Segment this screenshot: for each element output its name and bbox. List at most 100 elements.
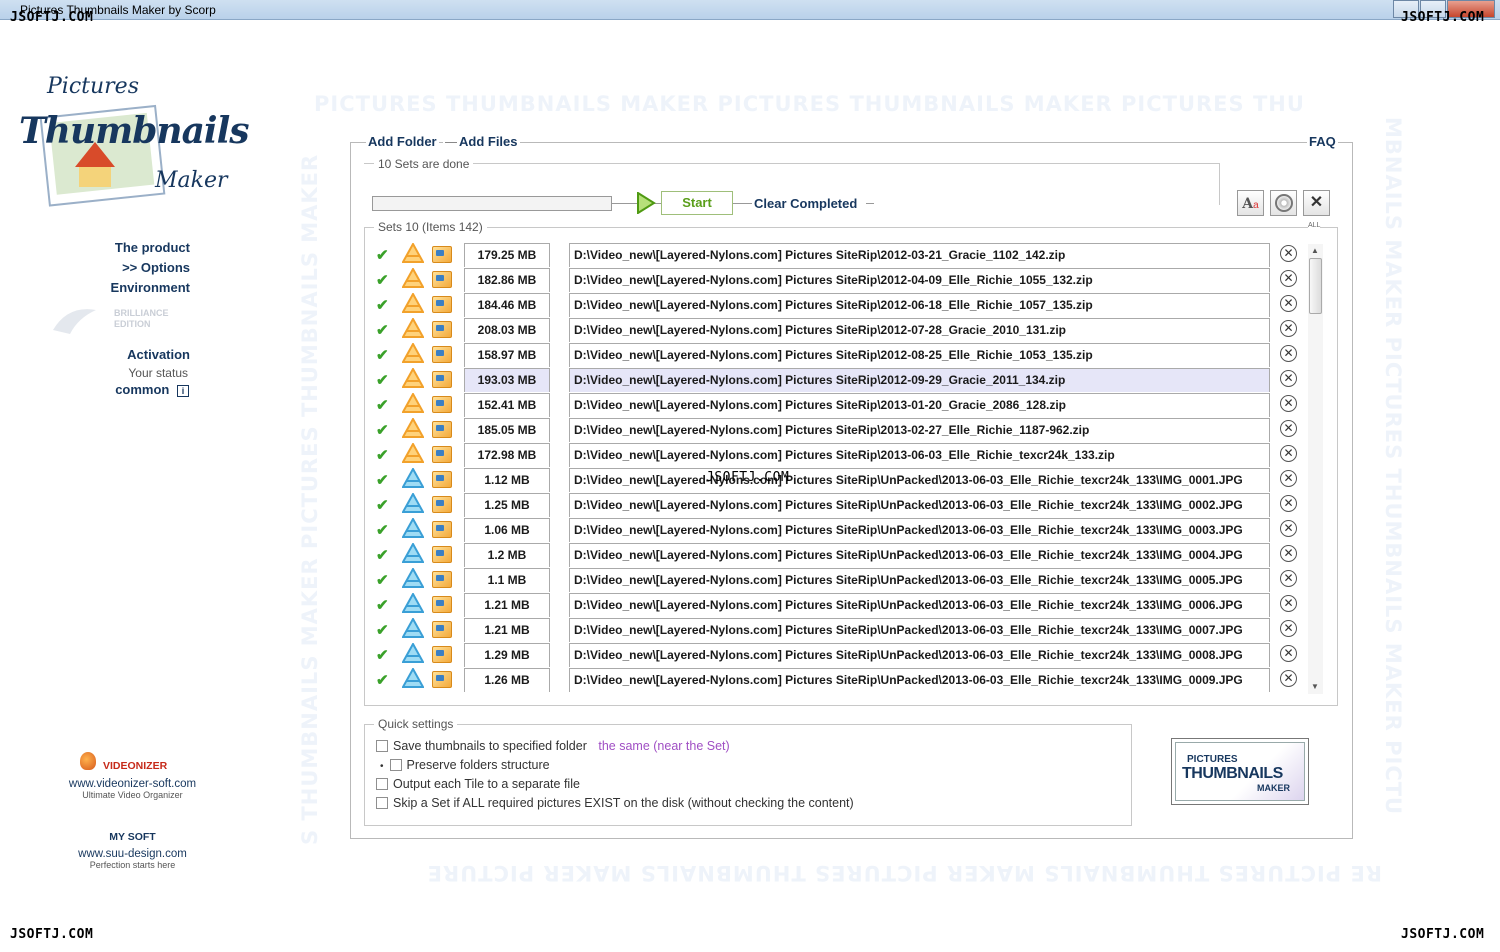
skip-set-option[interactable]: Skip a Set if ALL required pictures EXIS… [376,796,854,810]
item-path[interactable]: D:\Video_new\[Layered-Nylons.com] Pictur… [569,443,1270,467]
table-row[interactable]: ✔ 158.97 MB D:\Video_new\[Layered-Nylons.c… [368,342,1313,367]
table-row[interactable]: ✔ 1.12 MB D:\Video_new\[Layered-Nylons.com… [368,467,1313,492]
nav-environment[interactable]: Environment [111,280,190,295]
item-path[interactable]: D:\Video_new\[Layered-Nylons.com] Pictur… [569,518,1270,542]
thumbnail-preview-icon[interactable] [432,421,452,438]
table-row[interactable]: ✔ 193.03 MB D:\Video_new\[Layered-Nylons.c… [368,367,1313,392]
clear-completed-button[interactable]: Clear Completed [752,196,860,211]
table-row[interactable]: ✔ 172.98 MB D:\Video_new\[Layered-Nylons.c… [368,442,1313,467]
remove-item-icon[interactable]: ✕ [1280,295,1297,312]
table-row[interactable]: ✔ 1.2 MB D:\Video_new\[Layered-Nylons.com]… [368,542,1313,567]
table-row[interactable]: ✔ 208.03 MB D:\Video_new\[Layered-Nylons.c… [368,317,1313,342]
scroll-thumb[interactable] [1309,258,1322,314]
promo-videonizer-url[interactable]: www.videonizer-soft.com [60,778,205,790]
item-path[interactable]: D:\Video_new\[Layered-Nylons.com] Pictur… [569,293,1270,317]
remove-item-icon[interactable]: ✕ [1280,495,1297,512]
preserve-structure-checkbox[interactable] [389,759,402,771]
item-path[interactable]: D:\Video_new\[Layered-Nylons.com] Pictur… [569,268,1270,292]
remove-item-icon[interactable]: ✕ [1280,545,1297,562]
save-location-link[interactable]: the same (near the Set) [598,739,729,753]
remove-item-icon[interactable]: ✕ [1280,395,1297,412]
output-tile-checkbox[interactable] [376,778,388,790]
thumbnail-preview-icon[interactable] [432,371,452,388]
skip-set-checkbox[interactable] [376,797,388,809]
remove-item-icon[interactable]: ✕ [1280,370,1297,387]
nav-activation[interactable]: Activation [127,347,190,362]
output-tile-option[interactable]: Output each Tile to a separate file [376,777,580,791]
promo-mysoft[interactable]: MY SOFT www.suu-design.com Perfection st… [60,831,205,870]
status-value[interactable]: common i [115,382,189,397]
add-files-link[interactable]: Add Files [457,134,520,149]
item-path[interactable]: D:\Video_new\[Layered-Nylons.com] Pictur… [569,593,1270,617]
save-thumbnails-checkbox[interactable] [376,740,388,752]
nav-the-product[interactable]: The product [115,240,190,255]
item-path[interactable]: D:\Video_new\[Layered-Nylons.com] Pictur… [569,493,1270,517]
item-path[interactable]: D:\Video_new\[Layered-Nylons.com] Pictur… [569,618,1270,642]
add-folder-link[interactable]: Add Folder [366,134,439,149]
product-logo-badge[interactable]: PICTURES THUMBNAILS MAKER [1171,738,1309,805]
remove-item-icon[interactable]: ✕ [1280,670,1297,687]
thumbnail-preview-icon[interactable] [432,246,452,263]
remove-item-icon[interactable]: ✕ [1280,645,1297,662]
table-row[interactable]: ✔ 1.21 MB D:\Video_new\[Layered-Nylons.com… [368,592,1313,617]
item-path[interactable]: D:\Video_new\[Layered-Nylons.com] Pictur… [569,468,1270,492]
thumbnail-preview-icon[interactable] [432,346,452,363]
font-icon[interactable]: Aa [1237,190,1264,216]
thumbnail-preview-icon[interactable] [432,321,452,338]
faq-link[interactable]: FAQ [1307,134,1338,149]
table-row[interactable]: ✔ 182.86 MB D:\Video_new\[Layered-Nylons.c… [368,267,1313,292]
promo-videonizer[interactable]: VIDEONIZER www.videonizer-soft.com Ultim… [60,752,205,800]
remove-item-icon[interactable]: ✕ [1280,620,1297,637]
nav-options[interactable]: >> Options [122,260,190,275]
item-path[interactable]: D:\Video_new\[Layered-Nylons.com] Pictur… [569,318,1270,342]
remove-item-icon[interactable]: ✕ [1280,320,1297,337]
promo-mysoft-url[interactable]: www.suu-design.com [60,848,205,860]
remove-item-icon[interactable]: ✕ [1280,470,1297,487]
table-row[interactable]: ✔ 184.46 MB D:\Video_new\[Layered-Nylons.c… [368,292,1313,317]
remove-item-icon[interactable]: ✕ [1280,270,1297,287]
scroll-down-icon[interactable]: ▼ [1311,682,1319,691]
thumbnail-preview-icon[interactable] [432,496,452,513]
thumbnail-preview-icon[interactable] [432,546,452,563]
remove-item-icon[interactable]: ✕ [1280,520,1297,537]
thumbnail-preview-icon[interactable] [432,596,452,613]
item-path[interactable]: D:\Video_new\[Layered-Nylons.com] Pictur… [569,243,1270,267]
thumbnail-preview-icon[interactable] [432,296,452,313]
info-icon[interactable]: i [177,385,189,397]
item-path[interactable]: D:\Video_new\[Layered-Nylons.com] Pictur… [569,343,1270,367]
table-row[interactable]: ✔ 185.05 MB D:\Video_new\[Layered-Nylons.c… [368,417,1313,442]
play-arrow-icon[interactable] [636,192,656,214]
table-row[interactable]: ✔ 1.06 MB D:\Video_new\[Layered-Nylons.com… [368,517,1313,542]
table-row[interactable]: ✔ 1.29 MB D:\Video_new\[Layered-Nylons.com… [368,642,1313,667]
list-scrollbar[interactable]: ▲ ▼ [1308,244,1323,694]
remove-item-icon[interactable]: ✕ [1280,245,1297,262]
remove-item-icon[interactable]: ✕ [1280,570,1297,587]
all-label[interactable]: ALL [1308,222,1321,229]
thumbnail-preview-icon[interactable] [432,471,452,488]
close-all-icon[interactable]: ✕ [1303,190,1330,216]
item-path[interactable]: D:\Video_new\[Layered-Nylons.com] Pictur… [569,543,1270,567]
preserve-structure-option[interactable]: • Preserve folders structure [380,758,550,772]
table-row[interactable]: ✔ 1.1 MB D:\Video_new\[Layered-Nylons.com]… [368,567,1313,592]
thumbnail-preview-icon[interactable] [432,271,452,288]
item-path[interactable]: D:\Video_new\[Layered-Nylons.com] Pictur… [569,393,1270,417]
item-path[interactable]: D:\Video_new\[Layered-Nylons.com] Pictur… [569,418,1270,442]
table-row[interactable]: ✔ 1.21 MB D:\Video_new\[Layered-Nylons.com… [368,617,1313,642]
thumbnail-preview-icon[interactable] [432,446,452,463]
item-path[interactable]: D:\Video_new\[Layered-Nylons.com] Pictur… [569,643,1270,667]
remove-item-icon[interactable]: ✕ [1280,595,1297,612]
table-row[interactable]: ✔ 1.26 MB D:\Video_new\[Layered-Nylons.com… [368,667,1313,692]
disc-icon[interactable] [1270,190,1297,216]
thumbnail-preview-icon[interactable] [432,521,452,538]
remove-item-icon[interactable]: ✕ [1280,420,1297,437]
thumbnail-preview-icon[interactable] [432,571,452,588]
table-row[interactable]: ✔ 179.25 MB D:\Video_new\[Layered-Nylons.c… [368,242,1313,267]
item-path[interactable]: D:\Video_new\[Layered-Nylons.com] Pictur… [569,368,1270,392]
thumbnail-preview-icon[interactable] [432,671,452,688]
save-thumbnails-option[interactable]: Save thumbnails to specified folder the … [376,739,730,753]
thumbnail-preview-icon[interactable] [432,621,452,638]
thumbnail-preview-icon[interactable] [432,646,452,663]
table-row[interactable]: ✔ 152.41 MB D:\Video_new\[Layered-Nylons.c… [368,392,1313,417]
item-path[interactable]: D:\Video_new\[Layered-Nylons.com] Pictur… [569,668,1270,692]
scroll-up-icon[interactable]: ▲ [1311,246,1319,255]
